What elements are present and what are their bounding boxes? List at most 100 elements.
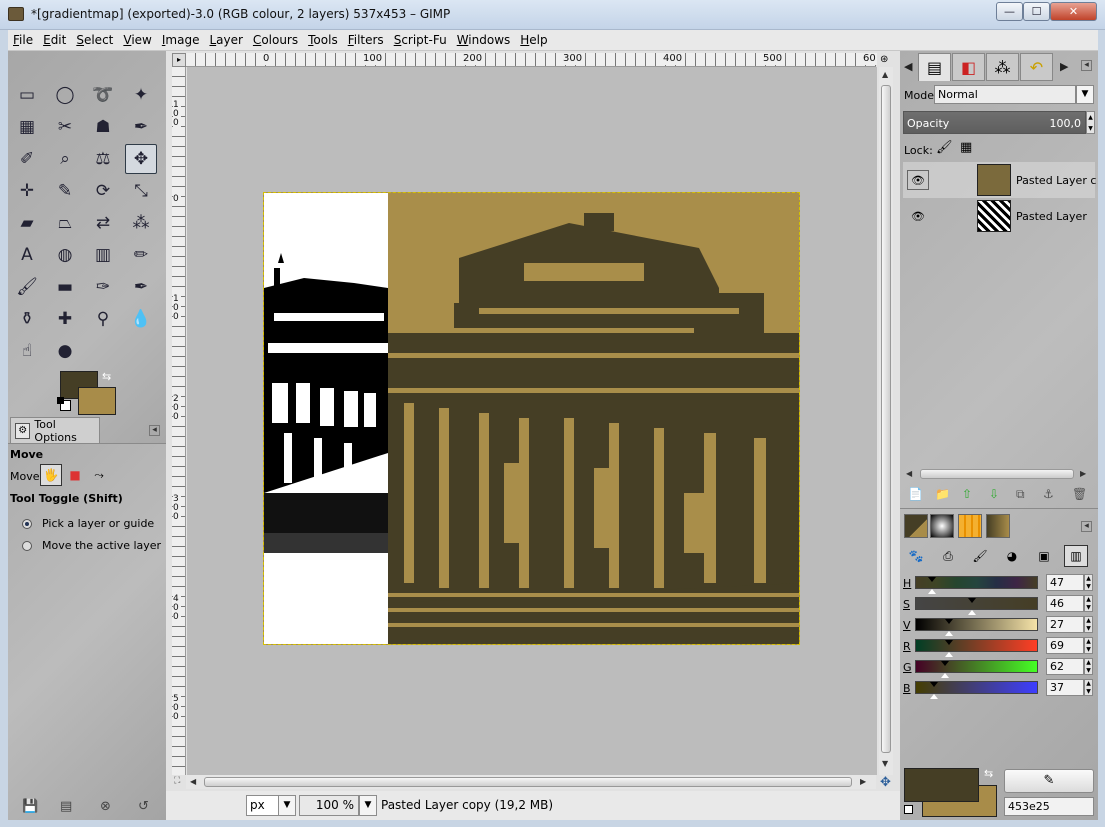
save-options-icon[interactable]: 💾: [22, 799, 38, 814]
menu-tools[interactable]: Tools: [303, 30, 343, 51]
navigate-icon[interactable]: ✥: [880, 775, 891, 790]
tab-channels[interactable]: ◧: [952, 53, 985, 81]
reset-colors-icon[interactable]: [57, 397, 71, 411]
channel-spinner[interactable]: ▲ ▼: [1084, 637, 1093, 654]
scissors-icon[interactable]: ✂: [49, 112, 81, 142]
scales-selector-icon[interactable]: ▥: [1064, 545, 1088, 567]
channel-spinner[interactable]: ▲ ▼: [1084, 616, 1093, 633]
menu-script-fu[interactable]: Script-Fu: [389, 30, 452, 51]
scroll-down-icon[interactable]: ▼: [882, 759, 888, 768]
vertical-scroll-thumb[interactable]: [881, 85, 891, 753]
swap-colors-large-icon[interactable]: ⇆: [984, 767, 993, 780]
tab-paths[interactable]: ⁂: [986, 53, 1019, 81]
lower-layer-icon[interactable]: ⇩: [989, 487, 999, 501]
cage-transform-icon[interactable]: ⁂: [125, 208, 157, 238]
menu-file[interactable]: File: [8, 30, 38, 51]
smudge-icon[interactable]: ☝: [11, 336, 43, 366]
opacity-spinner[interactable]: ▲ ▼: [1086, 111, 1095, 134]
canvas-viewport[interactable]: [187, 67, 877, 775]
ellipse-select-icon[interactable]: ◯: [49, 80, 81, 110]
tab-undo-history[interactable]: ↶: [1020, 53, 1053, 81]
perspective-clone-icon[interactable]: ⚲: [87, 304, 119, 334]
flip-icon[interactable]: ⇄: [87, 208, 119, 238]
gimp-selector-icon[interactable]: 🐾: [904, 545, 928, 567]
tab-patterns[interactable]: [958, 514, 982, 538]
dock-menu-icon[interactable]: ◂: [1081, 60, 1092, 71]
tab-tool-options[interactable]: ⚙ Tool Options: [10, 417, 100, 444]
palette-selector-icon[interactable]: ▣: [1032, 545, 1056, 567]
measure-icon[interactable]: ⚖: [87, 144, 119, 174]
menu-colours[interactable]: Colours: [248, 30, 303, 51]
channel-slider[interactable]: [915, 618, 1038, 636]
lock-pixels-icon[interactable]: 🖌: [936, 140, 953, 155]
minimize-button[interactable]: —: [996, 2, 1023, 21]
cmyk-selector-icon[interactable]: ⎙: [936, 545, 960, 567]
channel-spinner[interactable]: ▲ ▼: [1084, 574, 1093, 591]
airbrush-icon[interactable]: ✑: [87, 272, 119, 302]
reset-colors-large-icon[interactable]: [904, 805, 913, 814]
vertical-scrollbar[interactable]: ▲ ▼: [879, 67, 893, 775]
menu-filters[interactable]: Filters: [343, 30, 389, 51]
delete-layer-icon[interactable]: 🗑: [1072, 487, 1087, 501]
move-layer-mode-icon[interactable]: 🖐: [40, 464, 62, 486]
zoom-lock-icon[interactable]: ⊛: [880, 54, 888, 65]
channel-spinner[interactable]: ▲ ▼: [1084, 679, 1093, 696]
scroll-up-icon[interactable]: ▲: [882, 70, 888, 79]
menu-image[interactable]: Image: [157, 30, 205, 51]
layers-scroll-left-icon[interactable]: ◀: [906, 469, 912, 478]
align-icon[interactable]: ✛: [11, 176, 43, 206]
channel-value[interactable]: 27: [1046, 616, 1084, 633]
opacity-slider[interactable]: Opacity 100,0: [903, 111, 1086, 134]
menu-select[interactable]: Select: [71, 30, 118, 51]
layers-scroll-thumb[interactable]: [920, 469, 1074, 479]
move-icon[interactable]: ✥: [125, 144, 157, 174]
vertical-ruler[interactable]: 100 0 100 200 300 400 500: [172, 67, 186, 775]
perspective-icon[interactable]: ⏢: [49, 208, 81, 238]
move-active-layer-radio[interactable]: [22, 541, 32, 551]
heal-icon[interactable]: ✚: [49, 304, 81, 334]
rect-select-icon[interactable]: ▭: [11, 80, 43, 110]
channel-slider[interactable]: [915, 639, 1038, 657]
tab-brushes[interactable]: [930, 514, 954, 538]
zoom-dropdown-icon[interactable]: ▼: [359, 795, 377, 816]
text-icon[interactable]: A: [11, 240, 43, 270]
new-layer-icon[interactable]: 📄: [908, 487, 923, 501]
shear-icon[interactable]: ▰: [11, 208, 43, 238]
fuzzy-select-icon[interactable]: ✦: [125, 80, 157, 110]
layers-horizontal-scrollbar[interactable]: ◀ ▶: [904, 467, 1094, 481]
channel-value[interactable]: 62: [1046, 658, 1084, 675]
horizontal-scrollbar[interactable]: ◀ ▶: [186, 775, 876, 789]
menu-edit[interactable]: Edit: [38, 30, 71, 51]
image-canvas[interactable]: [263, 192, 800, 645]
swap-colors-icon[interactable]: ⇆: [102, 370, 111, 383]
blend-icon[interactable]: ▥: [87, 240, 119, 270]
blur-icon[interactable]: 💧: [125, 304, 157, 334]
tool-options-menu-icon[interactable]: ◂: [149, 425, 160, 436]
anchor-layer-icon[interactable]: ⚓: [1043, 487, 1054, 501]
wheel-selector-icon[interactable]: ◕: [1000, 545, 1024, 567]
paintbrush-icon[interactable]: 🖌: [11, 272, 43, 302]
scroll-right-icon[interactable]: ▶: [860, 777, 866, 786]
tab-layers[interactable]: ▤: [918, 53, 951, 81]
new-layer-group-icon[interactable]: 📁: [935, 487, 950, 501]
duplicate-layer-icon[interactable]: ⧉: [1016, 487, 1025, 502]
hex-color-field[interactable]: 453e25: [1004, 797, 1094, 816]
channel-slider[interactable]: [915, 576, 1038, 594]
tab-fg-bg-colors[interactable]: [904, 514, 928, 538]
colors-menu-icon[interactable]: ◂: [1081, 521, 1092, 532]
clone-icon[interactable]: ⚱: [11, 304, 43, 334]
pencil-icon[interactable]: ✏: [125, 240, 157, 270]
menu-layer[interactable]: Layer: [204, 30, 247, 51]
channel-spinner[interactable]: ▲ ▼: [1084, 658, 1093, 675]
tab-gradients[interactable]: [986, 514, 1010, 538]
free-select-icon[interactable]: ➰: [87, 80, 119, 110]
zoom-field[interactable]: 100 %: [299, 795, 359, 816]
move-selection-mode-icon[interactable]: ■: [64, 464, 86, 486]
reset-options-icon[interactable]: ↺: [138, 799, 149, 814]
horizontal-scroll-thumb[interactable]: [204, 777, 852, 787]
horizontal-ruler[interactable]: 0 100 200 300 400 500 60: [186, 53, 877, 67]
layer-mode-dropdown-icon[interactable]: ▼: [1076, 85, 1094, 104]
background-color-swatch[interactable]: [78, 387, 116, 415]
channel-value[interactable]: 37: [1046, 679, 1084, 696]
maximize-button[interactable]: ☐: [1023, 2, 1050, 21]
